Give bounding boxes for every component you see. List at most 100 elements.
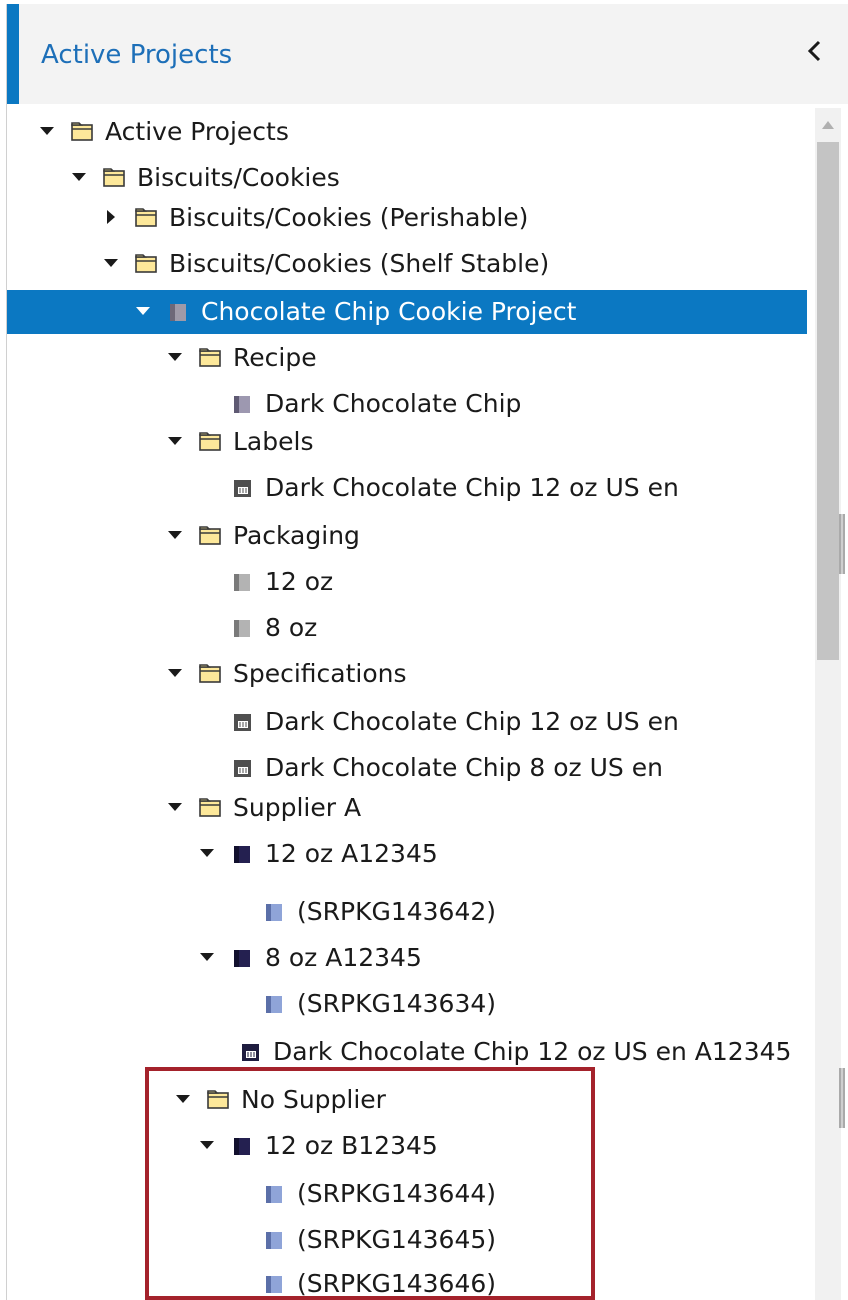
expand-caret-down-icon[interactable] — [197, 947, 217, 967]
collapse-panel-button[interactable] — [805, 36, 825, 66]
vertical-scrollbar[interactable] — [815, 108, 841, 1300]
folder-icon — [199, 348, 221, 367]
package-cube-icon — [234, 574, 250, 591]
tree-node[interactable]: Biscuits/Cookies (Shelf Stable) — [7, 242, 807, 286]
folder-icon — [207, 1090, 229, 1109]
tree-node[interactable]: Biscuits/Cookies (Perishable) — [7, 196, 807, 240]
project-tree-panel: Active Projects Active Projects Biscuits/… — [6, 4, 848, 1300]
tree-node-label: Dark Chocolate Chip 12 oz US en — [265, 473, 679, 502]
resize-grip[interactable] — [839, 514, 845, 574]
tree-node[interactable]: (SRPKG143634) — [7, 982, 807, 1026]
label-document-icon — [234, 714, 251, 731]
folder-icon — [103, 168, 125, 187]
tree-node-label: (SRPKG143642) — [297, 897, 497, 926]
tree-node-label: Biscuits/Cookies (Perishable) — [169, 203, 529, 232]
tree-node-label: 12 oz B12345 — [265, 1131, 438, 1160]
panel-header: Active Projects — [7, 4, 848, 104]
tree-node[interactable]: (SRPKG143644) — [7, 1172, 807, 1216]
folder-icon — [199, 664, 221, 683]
expand-caret-down-icon[interactable] — [165, 797, 185, 817]
folder-icon — [199, 798, 221, 817]
package-cube-icon — [234, 620, 250, 637]
tree-node-label: Chocolate Chip Cookie Project — [201, 297, 577, 326]
tree-node-label: 12 oz A12345 — [265, 839, 438, 868]
expand-caret-down-icon[interactable] — [165, 347, 185, 367]
tree-node[interactable]: 8 oz — [7, 606, 807, 650]
folder-icon — [135, 208, 157, 227]
tree-node-label: Supplier A — [233, 793, 362, 822]
expand-caret-down-icon[interactable] — [197, 1135, 217, 1155]
tree-node[interactable]: Specifications — [7, 652, 807, 696]
tree-node-label: No Supplier — [241, 1085, 386, 1114]
tree-node-label: 8 oz — [265, 613, 318, 642]
tree-node[interactable]: Dark Chocolate Chip 12 oz US en A12345 — [7, 1030, 807, 1074]
tree-node[interactable]: Dark Chocolate Chip 12 oz US en — [7, 466, 807, 510]
panel-title: Active Projects — [41, 40, 233, 70]
tree-node[interactable]: Labels — [7, 420, 807, 464]
tree-node-label: 8 oz A12345 — [265, 943, 422, 972]
scroll-up-arrow-icon[interactable] — [819, 118, 837, 132]
tree-node[interactable]: Biscuits/Cookies — [7, 156, 807, 200]
header-accent-bar — [7, 4, 19, 104]
folder-icon — [71, 122, 93, 141]
expand-caret-down-icon[interactable] — [165, 663, 185, 683]
supplier-cube-icon — [234, 1138, 250, 1155]
expand-caret-down-icon[interactable] — [37, 121, 57, 141]
tree-node[interactable]: Dark Chocolate Chip 12 oz US en — [7, 700, 807, 744]
tree-node[interactable]: (SRPKG143645) — [7, 1218, 807, 1262]
expand-caret-down-icon[interactable] — [133, 301, 153, 321]
label-document-icon — [234, 480, 251, 497]
tree-node-label: Packaging — [233, 521, 360, 550]
tree-node-label: Biscuits/Cookies (Shelf Stable) — [169, 249, 550, 278]
tree-node-label: Dark Chocolate Chip — [265, 389, 522, 418]
component-cube-icon — [266, 996, 282, 1013]
component-cube-icon — [266, 1186, 282, 1203]
tree-node[interactable]: Chocolate Chip Cookie Project — [7, 290, 807, 334]
tree-node[interactable]: No Supplier — [7, 1078, 807, 1122]
tree-node[interactable]: (SRPKG143642) — [7, 890, 807, 934]
expand-caret-down-icon[interactable] — [101, 253, 121, 273]
component-cube-icon — [266, 1276, 282, 1293]
recipe-cube-icon — [234, 396, 250, 413]
tree-node[interactable]: Recipe — [7, 336, 807, 380]
component-cube-icon — [266, 904, 282, 921]
expand-caret-down-icon[interactable] — [173, 1089, 193, 1109]
expand-caret-right-icon[interactable] — [101, 207, 121, 227]
tree-node[interactable]: 12 oz A12345 — [7, 832, 807, 876]
tree-node[interactable]: Active Projects — [7, 110, 807, 154]
tree-node[interactable]: Packaging — [7, 514, 807, 558]
tree-node[interactable]: Supplier A — [7, 786, 807, 830]
tree-node-label: Dark Chocolate Chip 12 oz US en A12345 — [273, 1037, 792, 1066]
tree-node-label: Specifications — [233, 659, 407, 688]
supplier-cube-icon — [234, 846, 250, 863]
project-tree: Active Projects Biscuits/Cookies Biscuits/… — [7, 104, 807, 1300]
folder-icon — [199, 432, 221, 451]
tree-node-label: Active Projects — [105, 117, 289, 146]
folder-icon — [135, 254, 157, 273]
resize-grip[interactable] — [839, 1068, 845, 1128]
supplier-document-icon — [242, 1044, 259, 1061]
tree-node-label: Dark Chocolate Chip 12 oz US en — [265, 707, 679, 736]
expand-caret-down-icon[interactable] — [197, 843, 217, 863]
tree-node[interactable]: 12 oz B12345 — [7, 1124, 807, 1168]
tree-node-label: Labels — [233, 427, 314, 456]
folder-icon — [199, 526, 221, 545]
supplier-cube-icon — [234, 950, 250, 967]
label-document-icon — [234, 760, 251, 777]
tree-node-label: Biscuits/Cookies — [137, 163, 340, 192]
project-cube-icon — [170, 304, 186, 321]
scrollbar-thumb[interactable] — [817, 142, 839, 660]
tree-node-label: Recipe — [233, 343, 317, 372]
tree-node[interactable]: (SRPKG143646) — [7, 1262, 807, 1300]
tree-node[interactable]: 12 oz — [7, 560, 807, 604]
tree-node[interactable]: Dark Chocolate Chip 8 oz US en — [7, 746, 807, 790]
tree-node[interactable]: 8 oz A12345 — [7, 936, 807, 980]
tree-node-label: (SRPKG143646) — [297, 1269, 497, 1298]
expand-caret-down-icon[interactable] — [165, 525, 185, 545]
tree-node-label: 12 oz — [265, 567, 334, 596]
tree-node-label: (SRPKG143645) — [297, 1225, 497, 1254]
expand-caret-down-icon[interactable] — [165, 431, 185, 451]
expand-caret-down-icon[interactable] — [69, 167, 89, 187]
tree-node-label: Dark Chocolate Chip 8 oz US en — [265, 753, 663, 782]
chevron-left-icon — [807, 40, 821, 62]
